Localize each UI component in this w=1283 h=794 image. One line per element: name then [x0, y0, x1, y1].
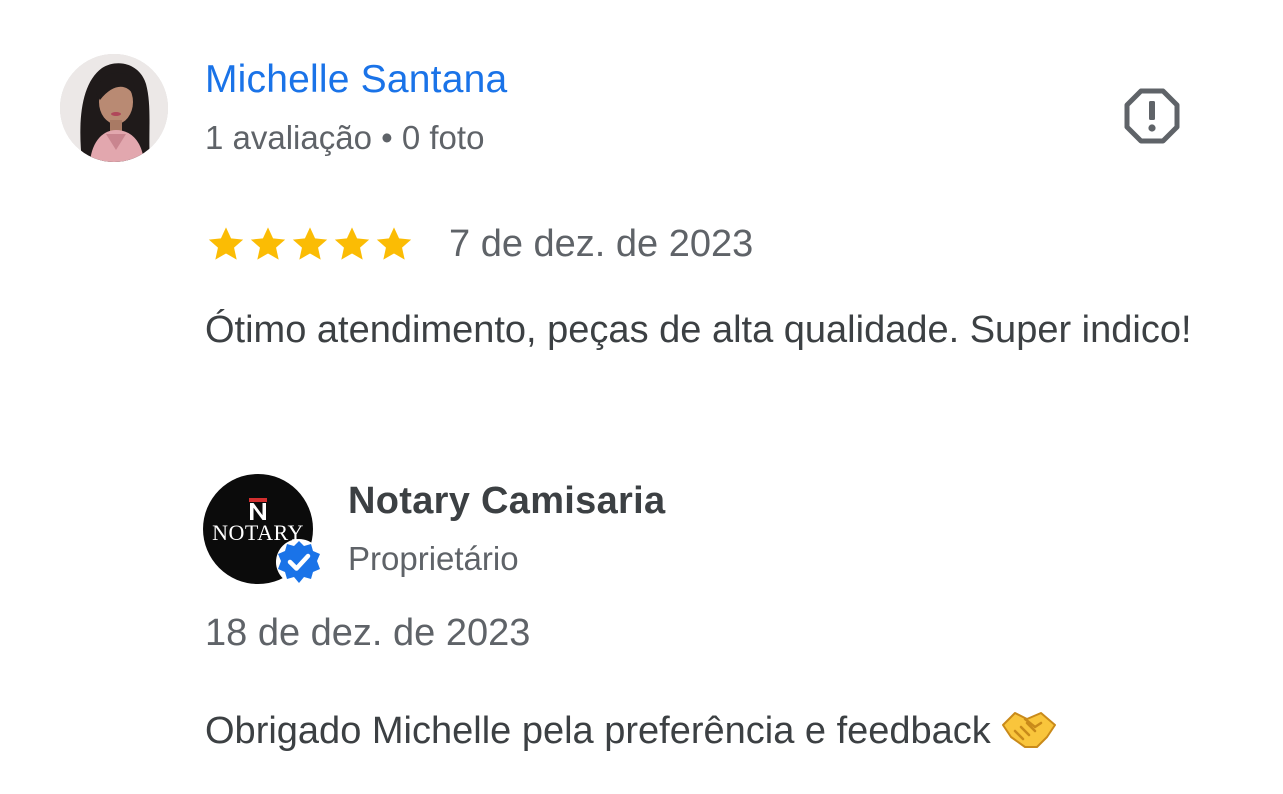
reply-text-row: Obrigado Michelle pela preferência e fee… — [205, 705, 1265, 757]
photo-count: 0 foto — [401, 119, 485, 156]
star-rating — [205, 223, 415, 265]
profile-photo-icon — [60, 54, 168, 162]
review-text: Ótimo atendimento, peças de alta qualida… — [205, 309, 1192, 351]
reviewer-meta: 1 avaliação • 0 foto — [205, 119, 484, 157]
reply-text: Obrigado Michelle pela preferência e fee… — [205, 710, 991, 752]
meta-separator: • — [381, 119, 393, 156]
owner-role: Proprietário — [348, 540, 519, 577]
owner-name: Notary Camisaria — [348, 480, 666, 522]
star-icon — [334, 227, 370, 260]
review-card: Michelle Santana 1 avaliação • 0 foto 7 … — [0, 0, 1283, 794]
rating-row: 7 de dez. de 2023 — [205, 218, 753, 270]
star-icon — [376, 227, 412, 260]
notary-logo-icon — [249, 498, 267, 520]
reviewer-name[interactable]: Michelle Santana — [205, 58, 507, 102]
review-date: 7 de dez. de 2023 — [449, 222, 754, 265]
verified-badge-icon — [275, 538, 323, 586]
handshake-icon — [1001, 707, 1057, 751]
star-icon — [250, 227, 286, 260]
reply-date: 18 de dez. de 2023 — [205, 612, 531, 654]
star-icon — [292, 227, 328, 260]
report-flag-icon[interactable] — [1124, 88, 1180, 144]
reviewer-avatar[interactable] — [60, 54, 168, 162]
star-icon — [208, 227, 244, 260]
review-count: 1 avaliação — [205, 119, 372, 156]
